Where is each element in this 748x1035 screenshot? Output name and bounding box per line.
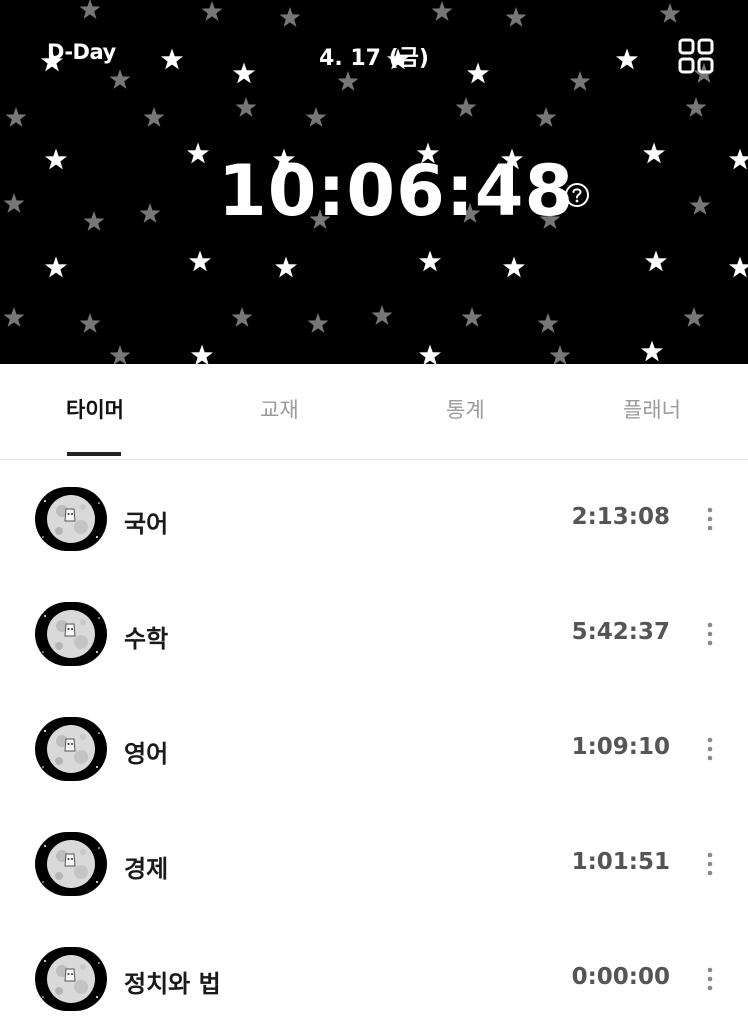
more-vertical-icon[interactable] bbox=[700, 850, 720, 878]
subject-time: 5:42:37 bbox=[571, 619, 670, 645]
subject-row[interactable]: 수학 5:42:37 bbox=[0, 575, 748, 690]
study-clock: 10:06:48 bbox=[218, 150, 575, 232]
tab-textbook[interactable]: 교재 bbox=[260, 394, 299, 424]
subject-time: 2:13:08 bbox=[571, 504, 670, 530]
subject-time: 1:09:10 bbox=[571, 734, 670, 760]
active-tab-indicator bbox=[67, 452, 121, 456]
date-label: 4. 17 (금) bbox=[319, 46, 429, 71]
moon-avatar-icon bbox=[35, 947, 107, 1011]
tab-bar: 타이머 교재 통계 플래너 bbox=[0, 364, 748, 460]
tab-statistics[interactable]: 통계 bbox=[446, 394, 485, 424]
tab-timer[interactable]: 타이머 bbox=[66, 394, 124, 424]
header-banner: D-Day 4. 17 (금) 10:06:48 bbox=[0, 0, 748, 364]
subject-name: 수학 bbox=[124, 625, 169, 653]
more-vertical-icon[interactable] bbox=[700, 965, 720, 993]
subject-row[interactable]: 정치와 법 0:00:00 bbox=[0, 920, 748, 1035]
subject-name: 정치와 법 bbox=[124, 970, 221, 998]
subject-name: 영어 bbox=[124, 740, 169, 768]
grid-icon[interactable] bbox=[678, 38, 714, 74]
subject-time: 0:00:00 bbox=[571, 964, 670, 990]
subject-time: 1:01:51 bbox=[571, 849, 670, 875]
more-vertical-icon[interactable] bbox=[700, 620, 720, 648]
help-circle-icon[interactable] bbox=[564, 182, 590, 208]
subject-row[interactable]: 영어 1:09:10 bbox=[0, 690, 748, 805]
moon-avatar-icon bbox=[35, 832, 107, 896]
subject-name: 경제 bbox=[124, 855, 169, 883]
moon-avatar-icon bbox=[35, 717, 107, 781]
subject-row[interactable]: 경제 1:01:51 bbox=[0, 805, 748, 920]
more-vertical-icon[interactable] bbox=[700, 505, 720, 533]
subject-row[interactable]: 국어 2:13:08 bbox=[0, 460, 748, 575]
moon-avatar-icon bbox=[35, 602, 107, 666]
moon-avatar-icon bbox=[35, 487, 107, 551]
subject-name: 국어 bbox=[124, 510, 169, 538]
more-vertical-icon[interactable] bbox=[700, 735, 720, 763]
tab-planner[interactable]: 플래너 bbox=[623, 394, 681, 424]
